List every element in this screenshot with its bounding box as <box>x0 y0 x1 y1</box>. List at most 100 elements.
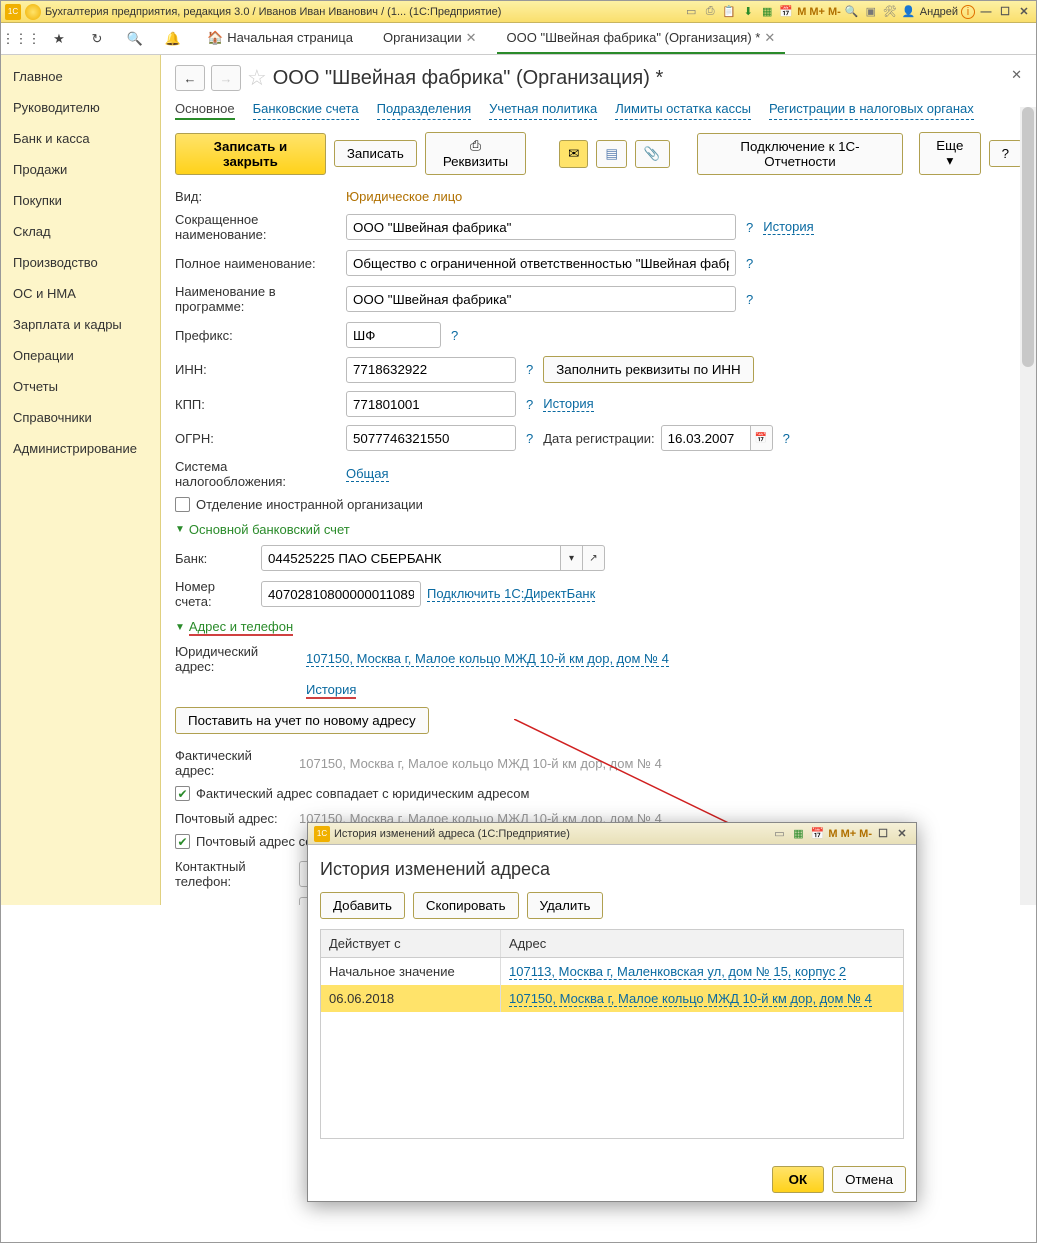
prefix-input[interactable] <box>346 322 441 348</box>
subnav-main[interactable]: Основное <box>175 101 235 120</box>
props-button[interactable]: ⎙ Реквизиты <box>425 132 526 175</box>
zoom-icon[interactable]: 🔍 <box>844 4 860 20</box>
col-valid-from[interactable]: Действует с <box>321 930 501 957</box>
attach-button[interactable]: 📎 <box>635 140 670 168</box>
nav-admin[interactable]: Администрирование <box>1 433 160 464</box>
program-name-input[interactable] <box>346 286 736 312</box>
subnav-acct-policy[interactable]: Учетная политика <box>489 101 597 120</box>
help-icon[interactable]: ? <box>779 431 794 446</box>
save-close-button[interactable]: Записать и закрыть <box>175 133 326 175</box>
account-input[interactable] <box>261 581 421 607</box>
post-same-checkbox[interactable]: ✔ <box>175 834 190 849</box>
save-button[interactable]: Записать <box>334 140 417 167</box>
m-minus-icon[interactable]: M- <box>859 828 872 840</box>
tab-organization-card[interactable]: ООО "Швейная фабрика" (Организация) *✕ <box>497 24 786 54</box>
bank-input[interactable] <box>261 545 561 571</box>
nav-production[interactable]: Производство <box>1 247 160 278</box>
subnav-departments[interactable]: Подразделения <box>377 101 472 120</box>
info-icon[interactable]: i <box>961 5 975 19</box>
inn-input[interactable] <box>346 357 516 383</box>
search-icon[interactable]: 🔍 <box>121 27 149 51</box>
favorite-icon[interactable]: ☆ <box>247 65 267 91</box>
calendar-icon[interactable]: 📅 <box>778 4 794 20</box>
direct-bank-link[interactable]: Подключить 1С:ДиректБанк <box>427 586 595 602</box>
nav-manager[interactable]: Руководителю <box>1 92 160 123</box>
history-link[interactable]: История <box>763 219 813 235</box>
forward-button[interactable]: → <box>211 65 241 91</box>
tab-close-icon[interactable]: ✕ <box>466 30 477 46</box>
help-icon[interactable]: ? <box>447 328 462 343</box>
tax-system-link[interactable]: Общая <box>346 466 389 482</box>
row-address-link[interactable]: 107150, Москва г, Малое кольцо МЖД 10-й … <box>509 991 872 1007</box>
nav-main[interactable]: Главное <box>1 61 160 92</box>
subnav-cash-limits[interactable]: Лимиты остатка кассы <box>615 101 751 120</box>
table-row[interactable]: Начальное значение 107113, Москва г, Мал… <box>321 958 903 985</box>
close-icon[interactable]: ✕ <box>894 826 910 842</box>
apps-grid-icon[interactable]: ⋮⋮⋮ <box>7 27 35 51</box>
nav-assets[interactable]: ОС и НМА <box>1 278 160 309</box>
subnav-tax-reg[interactable]: Регистрации в налоговых органах <box>769 101 974 120</box>
print-icon[interactable]: ▭ <box>771 826 787 842</box>
print-preview-icon[interactable]: ▭ <box>683 4 699 20</box>
address-history-link[interactable]: История <box>306 682 356 699</box>
nav-bank[interactable]: Банк и касса <box>1 123 160 154</box>
calendar-icon[interactable]: 📅 <box>809 826 825 842</box>
nav-stock[interactable]: Склад <box>1 216 160 247</box>
full-name-input[interactable] <box>346 250 736 276</box>
help-icon[interactable]: ? <box>522 431 537 446</box>
help-icon[interactable]: ? <box>742 220 757 235</box>
mail-button[interactable]: ✉ <box>559 140 588 168</box>
history-link[interactable]: История <box>543 396 593 412</box>
help-icon[interactable]: ? <box>522 397 537 412</box>
group-address[interactable]: ▼Адрес и телефон <box>175 619 1022 636</box>
nav-operations[interactable]: Операции <box>1 340 160 371</box>
nav-sales[interactable]: Продажи <box>1 154 160 185</box>
ogrn-input[interactable] <box>346 425 516 451</box>
tools-icon[interactable]: 🛠 <box>882 4 898 20</box>
clipboard-icon[interactable]: 📋 <box>721 4 737 20</box>
actual-same-checkbox[interactable]: ✔ <box>175 786 190 801</box>
nav-payroll[interactable]: Зарплата и кадры <box>1 309 160 340</box>
foreign-checkbox[interactable] <box>175 497 190 512</box>
kpp-input[interactable] <box>346 391 516 417</box>
print-icon[interactable]: ⎙ <box>702 4 718 20</box>
scrollbar-thumb[interactable] <box>1022 107 1034 367</box>
maximize-icon[interactable]: ☐ <box>875 826 891 842</box>
m-icon[interactable]: M <box>828 828 837 840</box>
close-icon[interactable]: ✕ <box>1016 4 1032 20</box>
calendar-picker-icon[interactable]: 📅 <box>751 425 773 451</box>
connect-reporting-button[interactable]: Подключение к 1С-Отчетности <box>697 133 903 175</box>
help-icon[interactable]: ? <box>522 362 537 377</box>
fill-by-inn-button[interactable]: Заполнить реквизиты по ИНН <box>543 356 753 383</box>
dropdown-icon[interactable]: ▾ <box>561 545 583 571</box>
doc-button[interactable]: ▤ <box>596 140 627 168</box>
nav-catalogs[interactable]: Справочники <box>1 402 160 433</box>
open-icon[interactable]: ↗ <box>583 545 605 571</box>
scrollbar[interactable] <box>1020 107 1036 905</box>
m-plus-icon[interactable]: M+ <box>809 6 825 18</box>
regdate-input[interactable] <box>661 425 751 451</box>
calc-icon[interactable]: ▦ <box>759 4 775 20</box>
short-name-input[interactable] <box>346 214 736 240</box>
layout-icon[interactable]: ▣ <box>863 4 879 20</box>
table-row[interactable]: 06.06.2018 107150, Москва г, Малое кольц… <box>321 985 903 1012</box>
help-icon[interactable]: ? <box>742 292 757 307</box>
group-bank[interactable]: ▼Основной банковский счет <box>175 522 1022 537</box>
user-name[interactable]: Андрей <box>920 6 958 18</box>
nav-purchases[interactable]: Покупки <box>1 185 160 216</box>
col-address[interactable]: Адрес <box>501 930 903 957</box>
ok-button[interactable]: ОК <box>772 1166 825 1193</box>
help-icon[interactable]: ? <box>742 256 757 271</box>
register-new-address-button[interactable]: Поставить на учет по новому адресу <box>175 707 429 734</box>
subnav-bank-accounts[interactable]: Банковские счета <box>253 101 359 120</box>
history-icon[interactable]: ↻ <box>83 27 111 51</box>
tab-close-icon[interactable]: ✕ <box>764 30 775 46</box>
delete-button[interactable]: Удалить <box>527 892 604 919</box>
copy-button[interactable]: Скопировать <box>413 892 519 919</box>
legal-address-link[interactable]: 107150, Москва г, Малое кольцо МЖД 10-й … <box>306 651 669 667</box>
theme-circle-icon[interactable] <box>25 4 41 20</box>
more-button[interactable]: Еще ▾ <box>919 132 980 175</box>
calc-icon[interactable]: ▦ <box>790 826 806 842</box>
save-icon[interactable]: ⬇ <box>740 4 756 20</box>
bell-icon[interactable]: 🔔 <box>159 27 187 51</box>
